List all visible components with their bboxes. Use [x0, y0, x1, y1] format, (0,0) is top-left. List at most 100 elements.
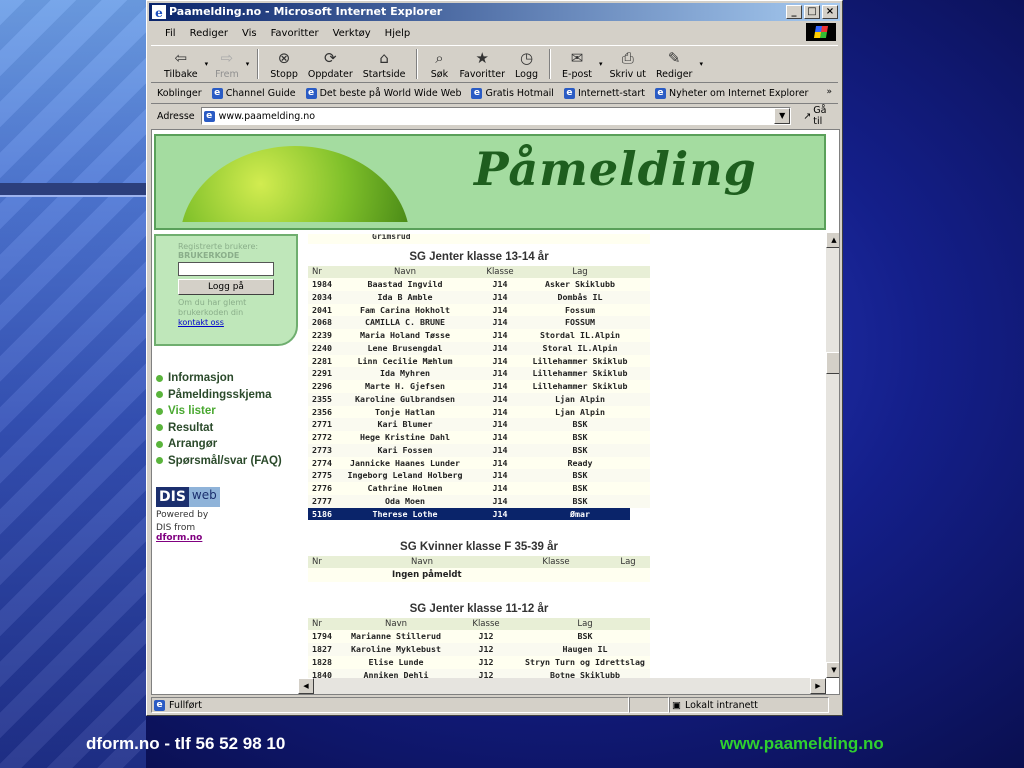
- links-bar: Koblinger e Channel Guide e Det beste på Wo…: [151, 84, 838, 104]
- table-row[interactable]: 2068 CAMILLA C. BRUNE J14 FOSSUM: [308, 316, 650, 329]
- nav-item-2[interactable]: Vis lister: [156, 403, 282, 420]
- dropdown-arrow-icon[interactable]: ▾: [205, 60, 209, 68]
- nav-item-3[interactable]: Resultat: [156, 420, 282, 437]
- link-1[interactable]: e Det beste på World Wide Web: [305, 88, 461, 99]
- toolbar-button-label: Søk: [430, 69, 449, 80]
- menu-item-1[interactable]: Rediger: [190, 28, 228, 39]
- table-cell: 1827: [312, 644, 332, 654]
- table-row[interactable]: 2356 Tonje Hatlan J14 Ljan Alpin: [308, 405, 650, 419]
- menu-item-5[interactable]: Hjelp: [385, 28, 411, 39]
- table-cell: J14: [492, 304, 508, 315]
- nav-item-label: Informasjon: [168, 372, 234, 385]
- disweb-logo-web: web: [188, 487, 220, 507]
- toolbar-button-label: Stopp: [270, 69, 298, 80]
- toolbar-button-label: Rediger: [655, 69, 693, 80]
- toolbar-button-label: Tilbake: [164, 69, 198, 80]
- address-input[interactable]: e www.paamelding.no ▼: [200, 107, 792, 125]
- nav-item-0[interactable]: Informasjon: [156, 370, 282, 387]
- table-row[interactable]: 1828 Elise Lunde J12 Stryn Turn og Idrettsl…: [308, 655, 650, 669]
- toolbar-button-2[interactable]: ⊗ Stopp: [265, 46, 303, 82]
- table-row[interactable]: 2777 Oda Moen J14 BSK: [308, 494, 650, 508]
- table-row[interactable]: 2355 Karoline Gulbrandsen J14 Ljan Alpin: [308, 392, 650, 406]
- table-row[interactable]: 2239 Maria Holand Tøsse J14 Stordal IL.Alpi…: [308, 329, 650, 342]
- go-button[interactable]: ↗ Gå til: [803, 105, 838, 127]
- table-row[interactable]: 2772 Hege Kristine Dahl J14 BSK: [308, 431, 650, 444]
- menu-item-3[interactable]: Favoritter: [271, 28, 319, 39]
- table-cell: 2239: [312, 330, 332, 340]
- table-row[interactable]: 2296 Marte H. Gjefsen J14 Lillehammer Skikl…: [308, 380, 650, 393]
- toolbar-button-8[interactable]: ✉ E-post: [557, 46, 597, 82]
- chevron-more-icon[interactable]: »: [826, 87, 832, 97]
- table-cell: J14: [492, 330, 508, 340]
- toolbar-button-7[interactable]: ◷ Logg: [510, 46, 543, 82]
- login-button[interactable]: Logg på: [178, 279, 274, 295]
- table-row[interactable]: 2773 Kari Fossen J14 BSK: [308, 443, 650, 457]
- link-4[interactable]: e Nyheter om Internet Explorer: [654, 88, 808, 99]
- table-row[interactable]: 1827 Karoline Myklebust J12 Haugen IL: [308, 643, 650, 656]
- nav-item-4[interactable]: Arrangør: [156, 436, 282, 453]
- toolbar-button-label: E-post: [562, 69, 592, 80]
- table-cell: BSK: [572, 470, 588, 481]
- table-row[interactable]: 2774 Jannicke Haanes Lunder J14 Ready: [308, 456, 650, 470]
- dropdown-arrow-icon[interactable]: ▾: [246, 60, 250, 68]
- table-row[interactable]: 5186 Therese Lothe J14 Ømar: [308, 507, 650, 521]
- menu-item-2[interactable]: Vis: [242, 28, 257, 39]
- disweb-logo[interactable]: DIS web: [156, 487, 220, 507]
- stop-icon: ⊗: [277, 49, 291, 67]
- menu-item-0[interactable]: Fil: [165, 28, 176, 39]
- toolbar-button-0[interactable]: ⇦ Tilbake: [159, 46, 203, 82]
- table-row[interactable]: 1984 Baastad Ingvild J14 Asker Skiklubb: [308, 278, 650, 291]
- table-row[interactable]: 2034 Ida B Amble J14 Dombås IL: [308, 290, 650, 304]
- horizontal-scrollbar[interactable]: ◀ ▶: [298, 678, 826, 694]
- link-2[interactable]: e Gratis Hotmail: [471, 88, 554, 99]
- table-row[interactable]: 2776 Cathrine Holmen J14 BSK: [308, 482, 650, 495]
- scroll-left-icon[interactable]: ◀: [298, 678, 314, 694]
- done-page-icon: e: [154, 699, 165, 711]
- scroll-up-icon[interactable]: ▲: [826, 232, 839, 248]
- dropdown-arrow-icon[interactable]: ▾: [599, 60, 603, 68]
- table-cell: J14: [492, 381, 508, 391]
- table-row[interactable]: 2281 Linn Cecilie Mæhlum J14 Lillehammer Sk…: [308, 354, 650, 368]
- table-row[interactable]: 2291 Ida Myhren J14 Lillehammer Skiklub: [308, 367, 650, 380]
- table-cell: Jannicke Haanes Lunder: [350, 457, 460, 468]
- table-cell: J14: [492, 406, 508, 417]
- nav-item-1[interactable]: Påmeldingsskjema: [156, 387, 282, 404]
- title-bar[interactable]: e Paamelding.no - Microsoft Internet Exp…: [149, 3, 840, 21]
- toolbar-button-4[interactable]: ⌂ Startside: [358, 46, 411, 82]
- scroll-down-icon[interactable]: ▼: [826, 662, 839, 678]
- link-0[interactable]: e Channel Guide: [211, 88, 296, 99]
- links-label: Koblinger: [157, 88, 202, 99]
- scroll-right-icon[interactable]: ▶: [810, 678, 826, 694]
- address-dropdown-icon[interactable]: ▼: [774, 108, 791, 124]
- table-cell: J14: [492, 444, 508, 455]
- table-row[interactable]: 2771 Kari Blumer J14 BSK: [308, 418, 650, 431]
- toolbar-button-9[interactable]: ⎙ Skriv ut: [605, 46, 651, 82]
- close-icon[interactable]: ×: [822, 5, 838, 19]
- dropdown-arrow-icon[interactable]: ▾: [699, 60, 703, 68]
- table-row[interactable]: 2775 Ingeborg Leland Holberg J14 BSK: [308, 469, 650, 482]
- maximize-icon[interactable]: □: [804, 5, 820, 19]
- link-3[interactable]: e Internett-start: [563, 88, 645, 99]
- table-cell: Hege Kristine Dahl: [360, 432, 450, 442]
- table-cell: 2296: [312, 381, 332, 391]
- vertical-scrollbar[interactable]: ▲ ▼: [826, 232, 839, 678]
- contact-link[interactable]: kontakt oss: [178, 318, 290, 327]
- minimize-icon[interactable]: _: [786, 5, 802, 19]
- toolbar-button-3[interactable]: ⟳ Oppdater: [303, 46, 358, 82]
- table-cell: BSK: [572, 483, 588, 493]
- toolbar-button-5[interactable]: ⌕ Søk: [424, 46, 454, 82]
- table-row[interactable]: 1794 Marianne Stillerud J12 BSK: [308, 630, 650, 643]
- refresh-icon: ⟳: [324, 49, 337, 67]
- section-header: Nr Navn Klasse Lag: [308, 618, 650, 631]
- toolbar-button-10[interactable]: ✎ Rediger: [651, 46, 697, 82]
- toolbar-button-6[interactable]: ★ Favoritter: [454, 46, 510, 82]
- menu-item-4[interactable]: Verktøy: [333, 28, 371, 39]
- table-cell: CAMILLA C. BRUNE: [365, 317, 445, 328]
- table-row[interactable]: 2240 Lene Brusengdal J14 Storal IL.Alpin: [308, 341, 650, 355]
- dform-link[interactable]: dform.no: [156, 533, 220, 543]
- table-row[interactable]: 2041 Fam Carina Hokholt J14 Fossum: [308, 303, 650, 317]
- scroll-thumb[interactable]: [826, 352, 839, 374]
- nav-item-5[interactable]: Spørsmål/svar (FAQ): [156, 453, 282, 470]
- link-page-icon: e: [211, 88, 223, 99]
- usercode-input[interactable]: [178, 262, 274, 276]
